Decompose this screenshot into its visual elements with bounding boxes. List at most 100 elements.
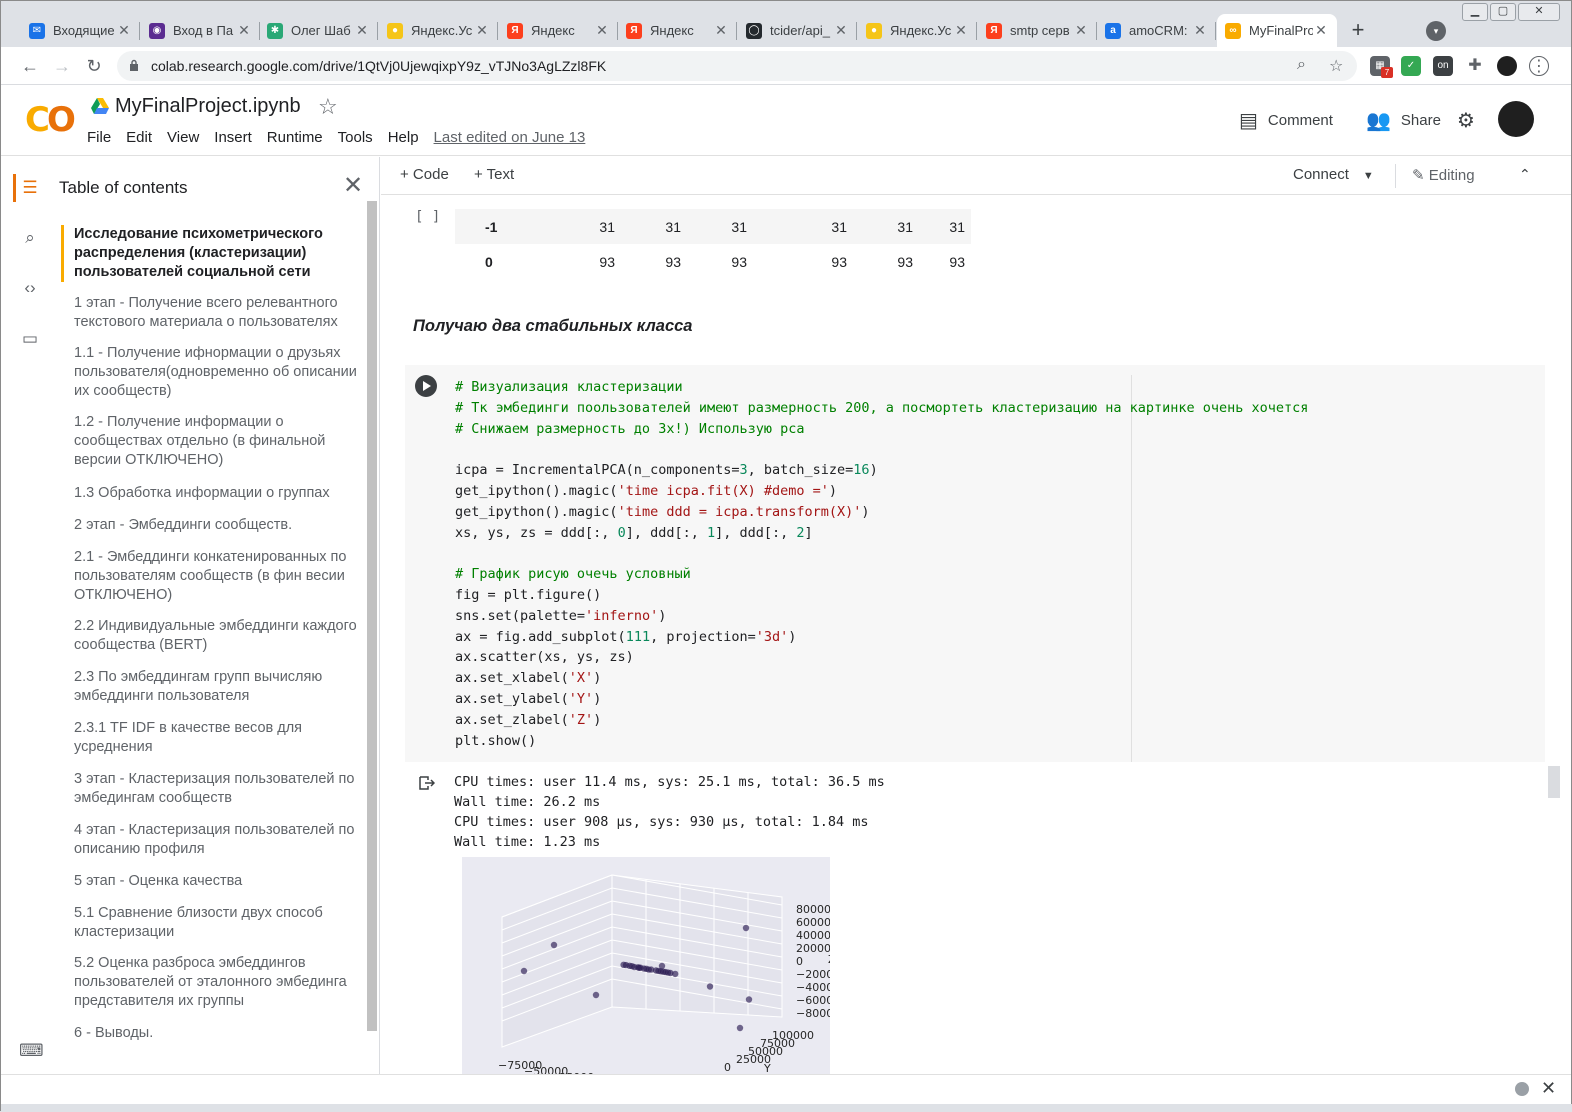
code-editor[interactable]: # Визуализация кластеризации # Тк эмбедин… <box>455 377 1308 751</box>
close-tab-icon[interactable]: ✕ <box>116 22 132 39</box>
close-tab-icon[interactable]: ✕ <box>1313 22 1329 39</box>
close-tab-icon[interactable]: ✕ <box>953 22 969 39</box>
browser-tab[interactable]: ✱ Олег Шаб ✕ <box>259 14 378 47</box>
menu-edit[interactable]: Edit <box>126 129 152 146</box>
code-token: get_ipython().magic( <box>455 482 618 499</box>
browser-tab[interactable]: ◉ Вход в Па ✕ <box>141 14 260 47</box>
toc-item[interactable]: 2.3 По эмбеддингам групп вычисляю эмбедд… <box>51 668 361 706</box>
minimize-button[interactable]: ▁ <box>1462 3 1488 21</box>
run-cell-button[interactable] <box>415 375 437 397</box>
notebook-title[interactable]: MyFinalProject.ipynb <box>115 95 301 118</box>
comment-button[interactable]: ▤ Comment <box>1239 108 1333 133</box>
code-line: # Тк эмбединги поользователей имеют разм… <box>455 398 1308 419</box>
toc-item[interactable]: 1.2 - Получение информации о сообществах… <box>51 413 361 470</box>
browser-tab[interactable]: ● Яндекс.Ус ✕ <box>379 14 498 47</box>
close-tab-icon[interactable]: ✕ <box>713 22 729 39</box>
toc-item-selected[interactable]: Исследование психометрического распредел… <box>51 225 361 282</box>
tab-search-icon[interactable]: ▾ <box>1426 21 1446 41</box>
toc-item[interactable]: 5.2 Оценка разброса эмбеддингов пользова… <box>51 954 361 1011</box>
folder-icon[interactable]: ▭ <box>19 328 41 350</box>
user-avatar[interactable] <box>1498 101 1534 137</box>
toc-item[interactable]: 3 этап - Кластеризация пользователей по … <box>51 770 361 808</box>
toc-item[interactable]: 5.1 Сравнение близости двух способ класт… <box>51 904 361 942</box>
side-rail: ☰ ⌕ ‹› ▭ ⌨ <box>9 157 51 1074</box>
zoom-icon[interactable]: ⌕ <box>1297 56 1306 74</box>
last-edited-link[interactable]: Last edited on June 13 <box>434 129 586 146</box>
terminal-icon[interactable]: ⌨ <box>19 1040 44 1062</box>
menu-file[interactable]: File <box>87 129 111 146</box>
new-tab-button[interactable]: + <box>1345 18 1371 44</box>
close-icon[interactable]: ✕ <box>343 171 363 200</box>
menu-runtime[interactable]: Runtime <box>267 129 323 146</box>
bookmark-star-icon[interactable]: ☆ <box>1329 56 1343 76</box>
browser-tab[interactable]: ● Яндекс.Ус ✕ <box>858 14 977 47</box>
toc-item[interactable]: 2 этап - Эмбеддинги сообществ. <box>51 516 361 535</box>
connect-button[interactable]: Connect ▼ <box>1293 166 1374 183</box>
code-token: ) <box>869 462 878 479</box>
add-text-button[interactable]: + Text <box>474 166 514 183</box>
tab-title: Яндекс <box>650 23 694 38</box>
toc-item[interactable]: 6 - Выводы. <box>51 1024 361 1043</box>
cell-run-bracket[interactable]: [ ] <box>415 209 440 225</box>
star-icon[interactable]: ☆ <box>318 94 338 120</box>
toc-item[interactable]: 1.1 - Получение ифнормации о друзьях пол… <box>51 344 361 401</box>
output-toggle-icon[interactable] <box>419 776 435 790</box>
menu-tools[interactable]: Tools <box>338 129 373 146</box>
close-tab-icon[interactable]: ✕ <box>1192 22 1208 39</box>
search-icon[interactable]: ⌕ <box>19 227 41 249</box>
share-button[interactable]: 👥 Share <box>1366 108 1441 133</box>
browser-tab[interactable]: Я Яндекс ✕ <box>499 14 618 47</box>
tab-separator <box>497 22 498 40</box>
toc-item[interactable]: 2.1 - Эмбеддинги конкатенированных по по… <box>51 548 361 605</box>
toc-item[interactable]: 5 этап - Оценка качества <box>51 872 361 891</box>
forward-icon[interactable]: → <box>51 55 73 77</box>
shield-extension-icon[interactable]: ✓ <box>1401 56 1421 76</box>
google-drive-icon[interactable] <box>91 98 109 114</box>
output-line: CPU times: user 11.4 ms, sys: 25.1 ms, t… <box>454 774 885 790</box>
browser-tab[interactable]: Я Яндекс ✕ <box>618 14 737 47</box>
browser-tab[interactable]: Яsmtp серв ✕ <box>978 14 1097 47</box>
comment-label: Comment <box>1267 112 1333 129</box>
address-bar[interactable]: colab.research.google.com/drive/1QtVj0Uj… <box>117 51 1357 81</box>
add-code-button[interactable]: + Code <box>400 166 449 183</box>
toc-scrollbar[interactable] <box>367 201 377 1031</box>
close-tab-icon[interactable]: ✕ <box>833 22 849 39</box>
menu-view[interactable]: View <box>167 129 199 146</box>
profile-avatar[interactable] <box>1497 56 1517 76</box>
table-cell: 31 <box>681 209 747 244</box>
puzzle-extensions-icon[interactable]: ✚ <box>1465 56 1485 76</box>
browser-tab[interactable]: a amoCRM: ✕ <box>1097 14 1216 47</box>
menu-help[interactable]: Help <box>388 129 419 146</box>
code-cell[interactable]: # Визуализация кластеризации # Тк эмбедин… <box>405 365 1545 762</box>
toc-item[interactable]: 2.2 Индивидуальные эмбеддинги каждого со… <box>51 617 361 655</box>
close-tab-icon[interactable]: ✕ <box>354 22 370 39</box>
table-of-contents-icon[interactable]: ☰ <box>19 177 41 199</box>
browser-tab[interactable]: ✉ Входящие ✕ <box>21 14 140 47</box>
toc-item[interactable]: 1 этап - Получение всего релевантного те… <box>51 294 361 332</box>
menu-insert[interactable]: Insert <box>214 129 252 146</box>
collapse-header-icon[interactable]: ⌃ <box>1519 166 1531 183</box>
close-tab-icon[interactable]: ✕ <box>236 22 252 39</box>
editing-mode-button[interactable]: ✎ Editing <box>1412 166 1475 184</box>
browser-tab[interactable]: ∞ MyFinalPro ✕ <box>1217 14 1337 47</box>
browser-tab[interactable]: ◯ tcider/api_ ✕ <box>738 14 857 47</box>
browser-menu-icon[interactable]: ⋮ <box>1529 56 1549 76</box>
close-window-button[interactable]: ✕ <box>1518 3 1560 21</box>
toc-item[interactable]: 4 этап - Кластеризация пользователей по … <box>51 821 361 859</box>
close-tab-icon[interactable]: ✕ <box>594 22 610 39</box>
toc-item[interactable]: 2.3.1 TF IDF в качестве весов для усредн… <box>51 719 361 757</box>
close-status-icon[interactable]: ✕ <box>1541 1078 1556 1099</box>
notebook-scrollbar[interactable] <box>1548 766 1560 798</box>
back-icon[interactable]: ← <box>19 55 41 77</box>
on-extension-icon[interactable]: on <box>1433 56 1453 76</box>
colab-logo[interactable]: CO <box>25 100 76 140</box>
code-snippets-icon[interactable]: ‹› <box>19 277 41 299</box>
toc-item[interactable]: 1.3 Обработка информации о группах <box>51 484 361 503</box>
close-tab-icon[interactable]: ✕ <box>474 22 490 39</box>
reload-icon[interactable]: ↻ <box>83 55 105 77</box>
tab-title: Вход в Па <box>173 23 234 38</box>
close-tab-icon[interactable]: ✕ <box>1073 22 1089 39</box>
z-tick-label: 20000 <box>796 942 830 955</box>
maximize-button[interactable]: ▢ <box>1490 3 1516 21</box>
settings-button[interactable]: ⚙ <box>1457 108 1485 133</box>
